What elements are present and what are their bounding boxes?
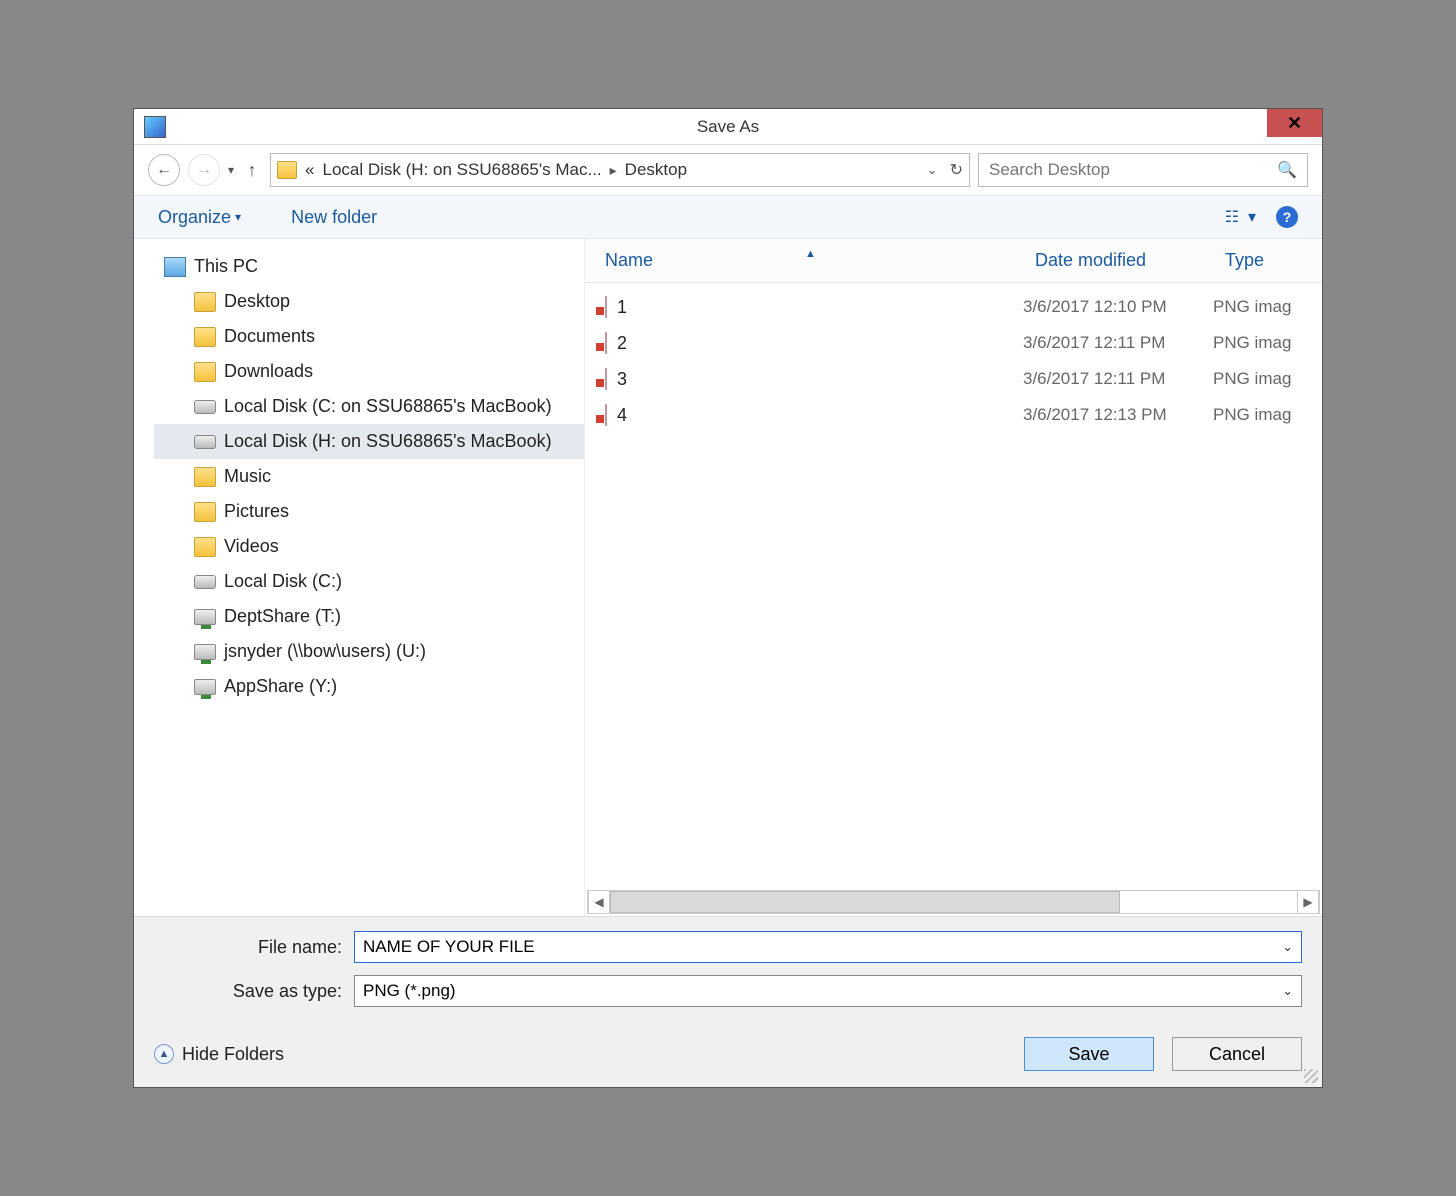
image-file-icon — [605, 368, 607, 390]
image-file-icon — [605, 296, 607, 318]
app-icon — [144, 116, 166, 138]
address-bar[interactable]: « Local Disk (H: on SSU68865's Mac... ▸ … — [270, 153, 970, 187]
refresh-button[interactable]: ↻ — [950, 160, 963, 180]
saveastype-value: PNG (*.png) — [363, 981, 456, 1001]
disk-icon — [194, 575, 216, 589]
back-button[interactable]: ← — [148, 154, 180, 186]
tree-item[interactable]: Documents — [154, 319, 584, 354]
column-header-date[interactable]: Date modified — [1035, 250, 1225, 271]
search-box[interactable]: 🔍 — [978, 153, 1308, 187]
tree-item[interactable]: Videos — [154, 529, 584, 564]
navigation-tree[interactable]: This PC Desktop Documents Downloads Loca… — [134, 239, 584, 916]
new-folder-button[interactable]: New folder — [291, 207, 377, 228]
image-file-icon — [605, 404, 607, 426]
network-drive-icon — [194, 644, 216, 660]
folder-icon — [194, 502, 216, 522]
folder-icon — [277, 161, 297, 179]
toolbar: Organize ▾ New folder ☷ ▾ ? — [134, 195, 1322, 239]
tree-root-this-pc[interactable]: This PC — [154, 249, 584, 284]
column-header-type[interactable]: Type — [1225, 250, 1322, 271]
network-drive-icon — [194, 679, 216, 695]
help-button[interactable]: ? — [1276, 206, 1298, 228]
tree-item-selected[interactable]: Local Disk (H: on SSU68865's MacBook) — [154, 424, 584, 459]
disk-icon — [194, 435, 216, 449]
close-button[interactable]: ✕ — [1267, 109, 1322, 137]
bottom-panel: File name: ⌄ Save as type: PNG (*.png) ⌄… — [134, 916, 1322, 1087]
saveastype-label: Save as type: — [154, 981, 354, 1002]
saveastype-combobox[interactable]: PNG (*.png) ⌄ — [354, 975, 1302, 1007]
save-button[interactable]: Save — [1024, 1037, 1154, 1071]
up-button[interactable]: ↑ — [242, 160, 262, 181]
nav-bar: ← → ▾ ↑ « Local Disk (H: on SSU68865's M… — [134, 145, 1322, 195]
scroll-track[interactable] — [1120, 891, 1297, 913]
file-list[interactable]: 1 3/6/2017 12:10 PM PNG imag 2 3/6/2017 … — [585, 283, 1322, 888]
tree-item[interactable]: jsnyder (\\bow\users) (U:) — [154, 634, 584, 669]
scroll-thumb[interactable] — [610, 891, 1120, 913]
address-segment[interactable]: Local Disk (H: on SSU68865's Mac... — [323, 160, 602, 180]
column-header-name[interactable]: Name▲ — [605, 250, 1035, 271]
horizontal-scrollbar[interactable]: ◀ ▶ — [587, 890, 1320, 914]
body: This PC Desktop Documents Downloads Loca… — [134, 239, 1322, 916]
titlebar: Save As ✕ — [134, 109, 1322, 145]
chevron-left-icon: « — [305, 160, 314, 180]
chevron-down-icon[interactable]: ⌄ — [1282, 939, 1293, 955]
scroll-left-button[interactable]: ◀ — [588, 891, 610, 913]
address-segment[interactable]: Desktop — [625, 160, 687, 180]
image-file-icon — [605, 332, 607, 354]
address-dropdown-icon[interactable]: ⌄ — [927, 162, 938, 178]
tree-item[interactable]: AppShare (Y:) — [154, 669, 584, 704]
tree-item[interactable]: Local Disk (C:) — [154, 564, 584, 599]
pc-icon — [164, 257, 186, 277]
tree-item[interactable]: Desktop — [154, 284, 584, 319]
chevron-down-icon[interactable]: ⌄ — [1282, 983, 1293, 999]
search-icon: 🔍 — [1277, 160, 1297, 180]
view-options-button[interactable]: ☷ ▾ — [1225, 207, 1256, 227]
hide-folders-toggle[interactable]: ▲ Hide Folders — [154, 1044, 284, 1065]
disk-icon — [194, 400, 216, 414]
folder-icon — [194, 467, 216, 487]
tree-item[interactable]: DeptShare (T:) — [154, 599, 584, 634]
tree-item[interactable]: Downloads — [154, 354, 584, 389]
sort-indicator-icon: ▲ — [805, 248, 816, 260]
file-list-pane: Name▲ Date modified Type 1 3/6/2017 12:1… — [584, 239, 1322, 916]
filename-input[interactable] — [363, 937, 1282, 957]
tree-item[interactable]: Local Disk (C: on SSU68865's MacBook) — [154, 389, 584, 424]
column-headers: Name▲ Date modified Type — [585, 239, 1322, 283]
folder-icon — [194, 327, 216, 347]
tree-item[interactable]: Music — [154, 459, 584, 494]
folder-icon — [194, 292, 216, 312]
file-row[interactable]: 4 3/6/2017 12:13 PM PNG imag — [585, 397, 1322, 433]
save-as-dialog: Save As ✕ ← → ▾ ↑ « Local Disk (H: on SS… — [133, 108, 1323, 1088]
folder-icon — [194, 362, 216, 382]
network-drive-icon — [194, 609, 216, 625]
folder-icon — [194, 537, 216, 557]
tree-item[interactable]: Pictures — [154, 494, 584, 529]
file-row[interactable]: 1 3/6/2017 12:10 PM PNG imag — [585, 289, 1322, 325]
collapse-icon: ▲ — [154, 1044, 174, 1064]
file-row[interactable]: 3 3/6/2017 12:11 PM PNG imag — [585, 361, 1322, 397]
organize-menu[interactable]: Organize ▾ — [158, 207, 241, 228]
recent-locations-dropdown[interactable]: ▾ — [228, 163, 234, 177]
window-title: Save As — [697, 117, 759, 137]
file-row[interactable]: 2 3/6/2017 12:11 PM PNG imag — [585, 325, 1322, 361]
scroll-right-button[interactable]: ▶ — [1297, 891, 1319, 913]
cancel-button[interactable]: Cancel — [1172, 1037, 1302, 1071]
chevron-right-icon: ▸ — [610, 162, 617, 179]
forward-button[interactable]: → — [188, 154, 220, 186]
filename-combobox[interactable]: ⌄ — [354, 931, 1302, 963]
resize-grip[interactable] — [1304, 1069, 1318, 1083]
filename-label: File name: — [154, 937, 354, 958]
search-input[interactable] — [989, 160, 1277, 180]
